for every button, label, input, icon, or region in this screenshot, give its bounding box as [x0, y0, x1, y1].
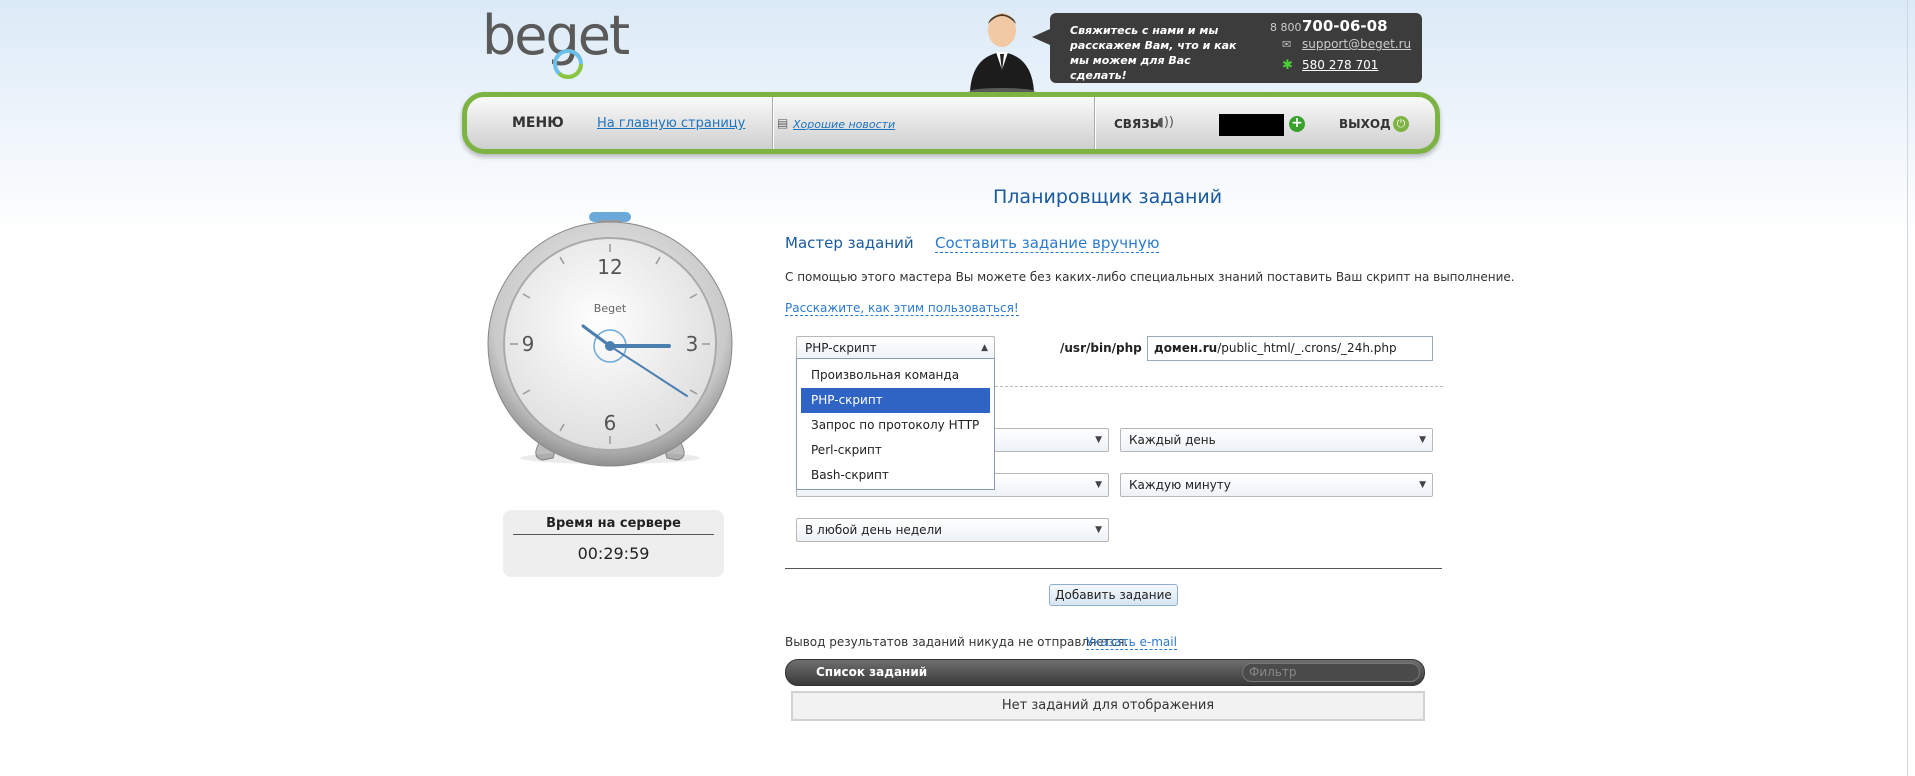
chevron-down-icon: ▼ [1419, 480, 1426, 490]
window-edge [1907, 0, 1908, 776]
chevron-down-icon: ▼ [1095, 435, 1102, 445]
wizard-description: С помощью этого мастера Вы можете без ка… [785, 270, 1515, 284]
numeral-9: 9 [522, 332, 535, 356]
icq-icon: ✱ [1282, 58, 1293, 73]
news-icon: ▤ [777, 116, 789, 130]
schedule-minute-value: Каждую минуту [1129, 478, 1231, 492]
schedule-select-day[interactable]: Каждый день ▼ [1120, 428, 1433, 452]
task-type-select[interactable]: PHP-скрипт ▲ [796, 336, 995, 360]
main-navbar: МЕНЮ На главную страницу ▤ Хорошие новос… [462, 92, 1440, 154]
dropdown-option[interactable]: Perl-скрипт [801, 438, 990, 463]
nav-contact[interactable]: СВЯЗЬ [1114, 117, 1159, 131]
server-time-label: Время на сервере [513, 516, 714, 535]
schedule-select-weekday[interactable]: В любой день недели ▼ [796, 518, 1109, 542]
task-type-value: PHP-скрипт [805, 341, 877, 355]
dropdown-option[interactable]: Произвольная команда [801, 363, 990, 388]
task-type-dropdown[interactable]: Произвольная команда PHP-скрипт Запрос п… [796, 358, 995, 490]
server-time-value: 00:29:59 [577, 544, 650, 563]
contact-box: Свяжитесь с нами и мы расскажем Вам, что… [1032, 13, 1422, 83]
task-list-header: Список заданий Фильтр [785, 659, 1425, 686]
task-list-title: Список заданий [816, 665, 928, 679]
nav-exit[interactable]: ВЫХОД [1339, 117, 1391, 131]
contact-text: Свяжитесь с нами и мы расскажем Вам, что… [1070, 24, 1237, 82]
phone-prefix: 8 800 [1270, 21, 1302, 34]
dashed-divider [995, 386, 1443, 387]
clock-illustration: 12 3 6 9 Beget [487, 212, 733, 467]
section-divider [785, 568, 1442, 569]
support-email-link[interactable]: support@beget.ru [1302, 37, 1411, 51]
schedule-weekday-value: В любой день недели [805, 523, 942, 537]
power-icon[interactable]: ⏻ [1393, 116, 1409, 132]
command-prefix: /usr/bin/php ~/ [1060, 341, 1161, 355]
clock-brand: Beget [594, 302, 627, 315]
numeral-6: 6 [604, 411, 617, 435]
howto-link[interactable]: Расскажите, как этим пользоваться! [785, 301, 1019, 316]
signal-icon: ◖)) [1157, 115, 1174, 130]
nav-divider [1094, 97, 1095, 149]
page-title: Планировщик заданий [993, 186, 1223, 208]
redacted-account-field[interactable] [1219, 114, 1284, 136]
nav-home-link[interactable]: На главную страницу [597, 116, 745, 131]
icq-link[interactable]: 580 278 701 [1302, 58, 1378, 72]
dropdown-option[interactable]: Bash-скрипт [801, 463, 990, 488]
numeral-3: 3 [686, 332, 699, 356]
set-email-link[interactable]: Указать e-mail [1086, 635, 1177, 650]
add-icon[interactable]: + [1289, 116, 1305, 132]
command-path: /public_html/_.crons/_24h.php [1217, 341, 1397, 355]
triangle-up-icon: ▲ [981, 343, 988, 353]
tab-wizard[interactable]: Мастер заданий [785, 234, 914, 252]
schedule-select-minute[interactable]: Каждую минуту ▼ [1120, 473, 1433, 497]
nav-divider [772, 97, 773, 149]
filter-input[interactable]: Фильтр [1242, 663, 1420, 682]
mail-icon: ✉ [1282, 38, 1292, 51]
command-domain: домен.ru [1154, 341, 1218, 355]
output-status-text: Вывод результатов заданий никуда не отпр… [785, 635, 1129, 649]
tab-manual[interactable]: Составить задание вручную [935, 234, 1160, 253]
phone-number: 700-06-08 [1302, 17, 1388, 35]
command-path-input[interactable]: домен.ru/public_html/_.crons/_24h.php [1147, 336, 1433, 361]
beget-logo[interactable]: beget [482, 4, 652, 86]
add-task-button[interactable]: Добавить задание [1049, 584, 1178, 606]
dropdown-option-selected[interactable]: PHP-скрипт [801, 388, 990, 413]
chevron-down-icon: ▼ [1419, 435, 1426, 445]
support-person-icon [968, 13, 1036, 92]
nav-menu[interactable]: МЕНЮ [512, 115, 564, 131]
server-time-box: Время на сервере 00:29:59 [503, 510, 724, 577]
nav-news-link[interactable]: Хорошие новости [793, 118, 895, 131]
empty-task-list: Нет заданий для отображения [791, 691, 1425, 721]
dropdown-option[interactable]: Запрос по протоколу HTTP [801, 413, 990, 438]
schedule-day-value: Каждый день [1129, 433, 1216, 447]
chevron-down-icon: ▼ [1095, 525, 1102, 535]
numeral-12: 12 [597, 255, 622, 279]
chevron-down-icon: ▼ [1095, 480, 1102, 490]
